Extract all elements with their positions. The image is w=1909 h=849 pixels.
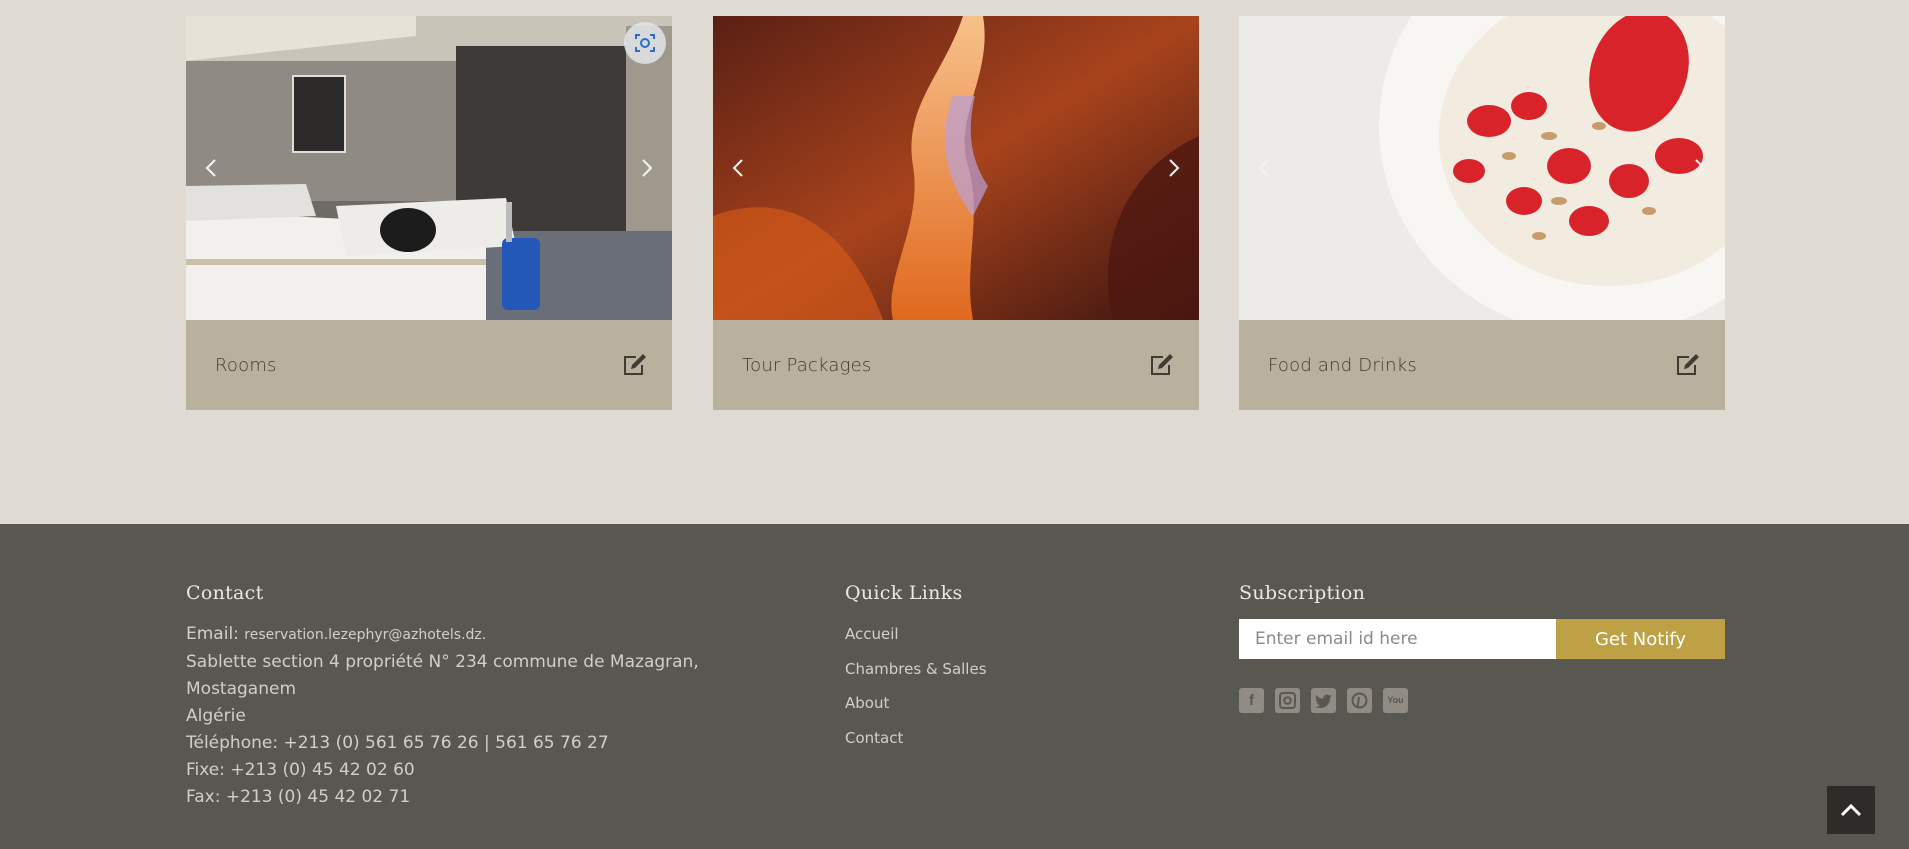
visual-search-button[interactable] bbox=[624, 22, 666, 64]
address-line-1: Sablette section 4 propriété N° 234 comm… bbox=[186, 652, 699, 672]
quick-links-heading: Quick Links bbox=[845, 582, 963, 604]
chevron-right-icon bbox=[1695, 159, 1706, 177]
carousel-next-button[interactable] bbox=[1161, 153, 1187, 183]
instagram-glyph bbox=[1279, 692, 1296, 709]
carousel-prev-button[interactable] bbox=[198, 153, 224, 183]
social-links: f You bbox=[1239, 688, 1408, 713]
email-link[interactable]: reservation.lezephyr@azhotels.dz. bbox=[244, 627, 486, 643]
fixe-line: Fixe: +213 (0) 45 42 02 60 bbox=[186, 760, 415, 780]
contact-details: Email: reservation.lezephyr@azhotels.dz.… bbox=[186, 621, 746, 811]
chevron-left-icon bbox=[205, 159, 216, 177]
subscription-email-input[interactable] bbox=[1239, 619, 1556, 659]
subscription-heading: Subscription bbox=[1239, 582, 1366, 604]
address-line-2: Mostaganem bbox=[186, 679, 297, 699]
hotel-room-image bbox=[186, 16, 672, 320]
chevron-left-icon bbox=[732, 159, 743, 177]
youtube-glyph: You bbox=[1387, 695, 1404, 705]
lens-icon bbox=[635, 34, 655, 52]
canyon-image bbox=[713, 16, 1199, 320]
tour-packages-photo bbox=[713, 16, 1199, 320]
carousel-prev-button[interactable] bbox=[725, 153, 751, 183]
footer: Contact Email: reservation.lezephyr@azho… bbox=[0, 524, 1909, 849]
food-and-drinks-photo bbox=[1239, 16, 1725, 320]
quick-links-list: Accueil Chambres & Salles About Contact bbox=[845, 624, 987, 762]
contact-heading: Contact bbox=[186, 582, 264, 604]
youtube-icon[interactable]: You bbox=[1383, 688, 1408, 713]
quick-link-contact[interactable]: Contact bbox=[845, 728, 987, 763]
twitter-icon[interactable] bbox=[1311, 688, 1336, 713]
rooms-photo bbox=[186, 16, 672, 320]
instagram-icon[interactable] bbox=[1275, 688, 1300, 713]
card-tour-packages[interactable]: Tour Packages bbox=[713, 16, 1199, 410]
chevron-right-icon bbox=[1169, 159, 1180, 177]
scroll-to-top-button[interactable] bbox=[1827, 786, 1875, 834]
card-food-and-drinks[interactable]: Food and Drinks bbox=[1239, 16, 1725, 410]
card-title[interactable]: Tour Packages bbox=[742, 355, 871, 376]
fax-line: Fax: +213 (0) 45 42 02 71 bbox=[186, 787, 411, 807]
carousel-next-button[interactable] bbox=[1687, 153, 1713, 183]
email-label: Email: bbox=[186, 624, 245, 644]
get-notify-button[interactable]: Get Notify bbox=[1556, 619, 1725, 659]
chevron-left-icon bbox=[1258, 159, 1269, 177]
chevron-right-icon bbox=[642, 159, 653, 177]
carousel-prev-button[interactable] bbox=[1251, 153, 1277, 183]
quick-link-accueil[interactable]: Accueil bbox=[845, 624, 987, 659]
edit-icon[interactable] bbox=[1149, 353, 1175, 377]
pinterest-glyph bbox=[1351, 692, 1368, 709]
edit-icon[interactable] bbox=[622, 353, 648, 377]
pinterest-icon[interactable] bbox=[1347, 688, 1372, 713]
card-caption: Tour Packages bbox=[713, 320, 1199, 410]
card-caption: Food and Drinks bbox=[1239, 320, 1725, 410]
twitter-glyph bbox=[1315, 694, 1332, 708]
edit-icon[interactable] bbox=[1675, 353, 1701, 377]
contact-email-line: Email: reservation.lezephyr@azhotels.dz. bbox=[186, 621, 746, 649]
quick-link-chambres[interactable]: Chambres & Salles bbox=[845, 659, 987, 694]
facebook-icon[interactable]: f bbox=[1239, 688, 1264, 713]
card-rooms[interactable]: Rooms bbox=[186, 16, 672, 410]
card-title[interactable]: Food and Drinks bbox=[1268, 355, 1417, 376]
quick-link-about[interactable]: About bbox=[845, 693, 987, 728]
carousel-next-button[interactable] bbox=[634, 153, 660, 183]
chevron-up-icon bbox=[1840, 803, 1862, 817]
address-country: Algérie bbox=[186, 706, 246, 726]
telephone-line: Téléphone: +213 (0) 561 65 76 26 | 561 6… bbox=[186, 733, 609, 753]
subscription-form: Get Notify bbox=[1239, 619, 1725, 659]
strawberry-yogurt-image bbox=[1239, 16, 1725, 320]
card-caption: Rooms bbox=[186, 320, 672, 410]
card-title[interactable]: Rooms bbox=[215, 355, 277, 376]
